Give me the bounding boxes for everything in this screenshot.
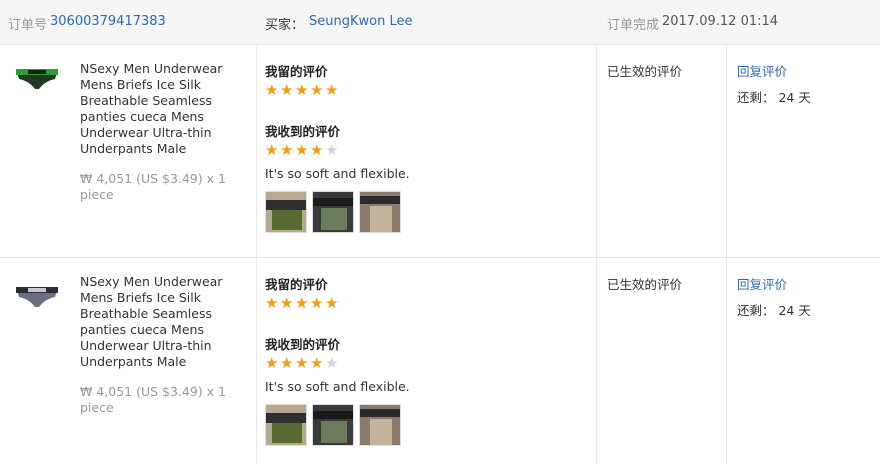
- star-icon: ★: [325, 294, 339, 312]
- my-rating-stars: ★ ★ ★ ★ ★: [265, 294, 340, 312]
- reply-review-link[interactable]: 回复评价: [737, 274, 787, 293]
- review-photo[interactable]: [265, 191, 307, 233]
- star-icon: ★: [280, 81, 294, 99]
- product-title[interactable]: NSexy Men Underwear Mens Briefs Ice Silk…: [80, 274, 238, 370]
- remaining-days: 还剩： 24 天: [737, 303, 811, 318]
- received-review-label: 我收到的评价: [265, 124, 341, 139]
- star-icon: ★: [295, 354, 309, 372]
- star-icon: ★: [310, 141, 324, 159]
- order-item-row: NSexy Men Underwear Mens Briefs Ice Silk…: [0, 45, 880, 257]
- star-icon: ★: [265, 294, 279, 312]
- product-thumbnail[interactable]: [15, 65, 59, 91]
- column-divider: [596, 258, 597, 464]
- star-icon: ★: [280, 354, 294, 372]
- buyer-label: 买家：: [265, 18, 305, 33]
- received-rating-stars: ★ ★ ★ ★ ★: [265, 141, 340, 159]
- review-text: It's so soft and flexible.: [265, 166, 410, 181]
- star-icon: ★: [295, 294, 309, 312]
- star-icon: ★: [265, 81, 279, 99]
- star-icon: ★: [265, 141, 279, 159]
- review-photo[interactable]: [265, 404, 307, 446]
- my-review-label: 我留的评价: [265, 277, 328, 292]
- remaining-days: 还剩： 24 天: [737, 90, 811, 105]
- order-header: 订单号 30600379417383 买家： SeungKwon Lee 订单完…: [0, 0, 880, 45]
- star-icon: ★: [325, 141, 339, 159]
- star-icon: ★: [280, 294, 294, 312]
- review-photo[interactable]: [359, 404, 401, 446]
- star-icon: ★: [325, 354, 339, 372]
- review-photo[interactable]: [312, 191, 354, 233]
- product-price: ₩ 4,051 (US $3.49) x 1 piece: [80, 171, 226, 202]
- product-price: ₩ 4,051 (US $3.49) x 1 piece: [80, 384, 226, 415]
- order-number-link[interactable]: 30600379417383: [50, 14, 166, 29]
- column-divider: [596, 45, 597, 257]
- star-icon: ★: [295, 81, 309, 99]
- column-divider: [256, 258, 257, 464]
- order-completed-label: 订单完成: [607, 18, 660, 33]
- star-icon: ★: [310, 81, 324, 99]
- my-rating-stars: ★ ★ ★ ★ ★: [265, 81, 340, 99]
- review-photo[interactable]: [312, 404, 354, 446]
- review-photos: [265, 404, 406, 446]
- star-icon: ★: [295, 141, 309, 159]
- review-status: 已生效的评价: [607, 277, 683, 292]
- star-icon: ★: [310, 294, 324, 312]
- order-completed-time: 2017.09.12 01:14: [662, 14, 779, 29]
- review-photos: [265, 191, 406, 233]
- buyer-name-link[interactable]: SeungKwon Lee: [309, 14, 412, 29]
- product-title[interactable]: NSexy Men Underwear Mens Briefs Ice Silk…: [80, 61, 238, 157]
- order-item-row: NSexy Men Underwear Mens Briefs Ice Silk…: [0, 257, 880, 464]
- review-text: It's so soft and flexible.: [265, 379, 410, 394]
- column-divider: [726, 45, 727, 257]
- star-icon: ★: [310, 354, 324, 372]
- star-icon: ★: [265, 354, 279, 372]
- column-divider: [256, 45, 257, 257]
- reply-review-link[interactable]: 回复评价: [737, 61, 787, 80]
- review-status: 已生效的评价: [607, 64, 683, 79]
- received-review-label: 我收到的评价: [265, 337, 341, 352]
- star-icon: ★: [325, 81, 339, 99]
- my-review-label: 我留的评价: [265, 64, 328, 79]
- review-photo[interactable]: [359, 191, 401, 233]
- column-divider: [726, 258, 727, 464]
- star-icon: ★: [280, 141, 294, 159]
- received-rating-stars: ★ ★ ★ ★ ★: [265, 354, 340, 372]
- product-thumbnail[interactable]: [15, 283, 59, 309]
- order-number-label: 订单号: [8, 18, 48, 33]
